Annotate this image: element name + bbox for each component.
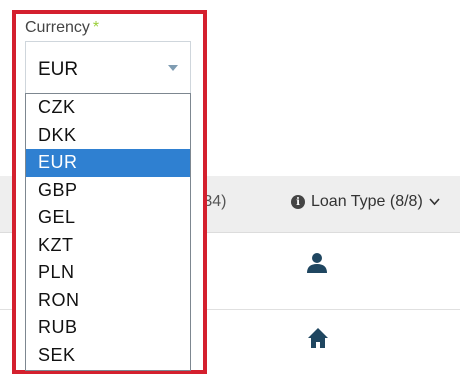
currency-option[interactable]: GEL — [26, 204, 190, 232]
currency-options-list[interactable]: CZK DKK EUR GBP GEL KZT PLN RON RUB SEK — [25, 93, 191, 371]
currency-select-value: EUR — [38, 59, 79, 80]
currency-option-selected[interactable]: EUR — [26, 149, 190, 177]
loan-type-column-header[interactable]: i Loan Type (8/8) — [291, 193, 440, 211]
currency-option[interactable]: CZK — [26, 94, 190, 122]
loan-type-label: Loan Type (8/8) — [311, 193, 423, 210]
currency-option[interactable]: GBP — [26, 177, 190, 205]
currency-option[interactable]: RON — [26, 287, 190, 315]
chevron-down-icon — [429, 195, 440, 209]
currency-option[interactable]: KZT — [26, 232, 190, 260]
caret-down-icon — [168, 65, 178, 71]
currency-label: Currency * — [25, 19, 100, 36]
info-icon: i — [291, 195, 305, 209]
person-icon — [306, 252, 328, 279]
currency-option[interactable]: RUB — [26, 314, 190, 342]
currency-option[interactable]: PLN — [26, 259, 190, 287]
currency-select[interactable]: EUR — [25, 41, 191, 93]
home-icon — [307, 327, 329, 354]
currency-option[interactable]: SEK — [26, 342, 190, 370]
currency-option[interactable]: DKK — [26, 122, 190, 150]
required-mark: * — [92, 19, 100, 36]
